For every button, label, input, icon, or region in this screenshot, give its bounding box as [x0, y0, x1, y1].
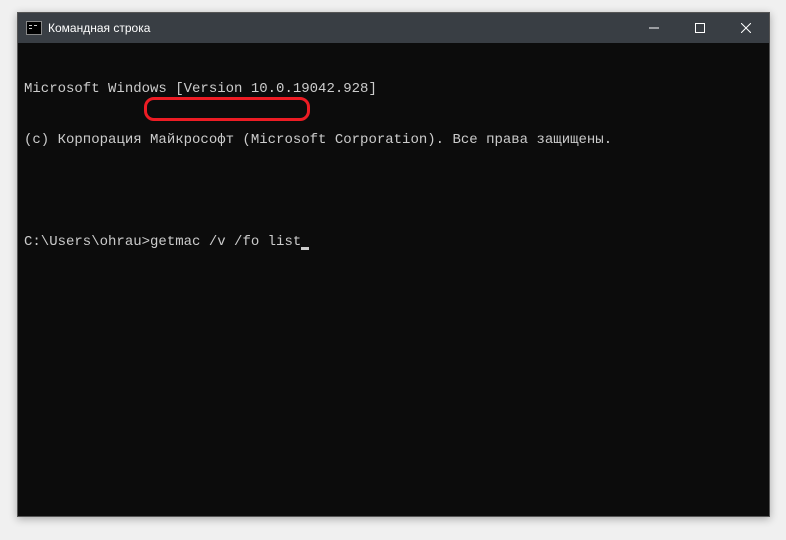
- titlebar[interactable]: Командная строка: [18, 13, 769, 43]
- minimize-icon: [649, 23, 659, 33]
- cursor: [301, 247, 309, 250]
- copyright-line: (c) Корпорация Майкрософт (Microsoft Cor…: [24, 132, 763, 149]
- app-icon: [26, 21, 42, 35]
- highlight-annotation: [144, 97, 310, 121]
- minimize-button[interactable]: [631, 13, 677, 43]
- prompt-text: C:\Users\ohrau>: [24, 234, 150, 250]
- prompt-line: C:\Users\ohrau>getmac /v /fo list: [24, 234, 763, 251]
- command-prompt-window: Командная строка Microsoft Windows [Vers: [17, 12, 770, 517]
- close-button[interactable]: [723, 13, 769, 43]
- terminal-body[interactable]: Microsoft Windows [Version 10.0.19042.92…: [18, 43, 769, 516]
- close-icon: [741, 23, 751, 33]
- window-controls: [631, 13, 769, 43]
- window-title: Командная строка: [48, 21, 631, 35]
- maximize-icon: [695, 23, 705, 33]
- maximize-button[interactable]: [677, 13, 723, 43]
- command-text: getmac /v /fo list: [150, 234, 301, 250]
- version-line: Microsoft Windows [Version 10.0.19042.92…: [24, 81, 763, 98]
- blank-line: [24, 183, 763, 200]
